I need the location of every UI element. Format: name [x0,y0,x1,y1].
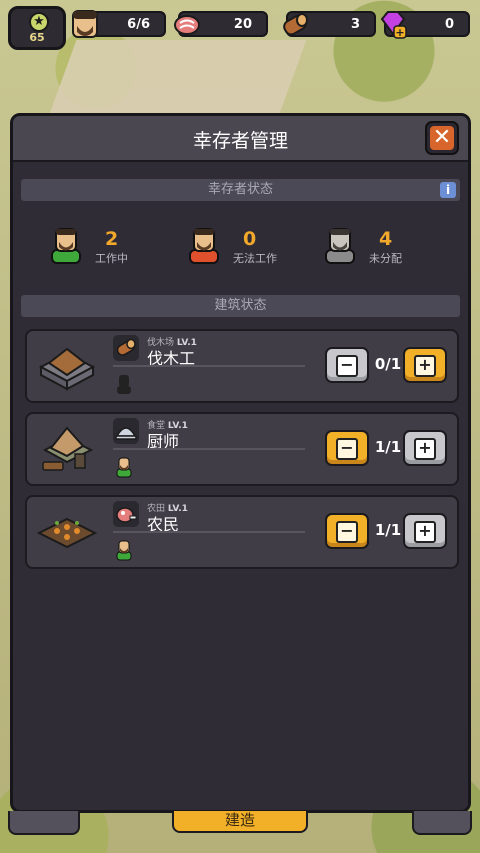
meat-icon [174,15,200,35]
empty-worker-slot-icon [117,375,131,394]
player-level[interactable]: ★ 65 [8,6,66,50]
close-button[interactable]: ✕ [425,121,459,155]
panel-header: 幸存者管理 ✕ [13,116,468,162]
worker-assigned-icon [116,457,132,478]
build-button[interactable]: 建造 [172,811,308,833]
wood-counter[interactable]: 3 [283,11,376,37]
unassigned-label: 未分配 [369,252,402,265]
player-level-value: 65 [29,31,45,44]
stat-unassigned: 4 未分配 [323,226,453,272]
panel-title: 幸存者管理 [192,130,288,152]
unable-label: 无法工作 [233,252,277,265]
svg-text:+: + [395,26,404,39]
unable-count: 0 [243,228,257,250]
working-label: 工作中 [95,252,128,265]
worker-ratio: 0/1 [374,355,402,373]
stat-unable: 0 无法工作 [187,226,317,272]
wood-icon [283,13,308,36]
increase-button[interactable]: + [403,513,447,549]
plus-icon: + [414,438,436,460]
survivor-count: 6/6 [127,17,150,32]
decrease-button[interactable]: − [325,430,369,466]
survivor-counter[interactable]: 6/6 [72,10,166,38]
canteen-icon [42,426,94,471]
food-dome-icon [113,418,139,444]
wood-count: 3 [350,17,360,32]
gem-plus-icon: + [380,11,407,39]
decrease-button[interactable]: − [325,513,369,549]
survivor-management-panel: 幸存者管理 ✕ 幸存者状态 i 2 工作中 0 无法工作 4 未分配 建筑状态 … [10,113,471,813]
worker-ratio: 1/1 [374,438,402,456]
unassigned-count: 4 [379,228,393,250]
increase-button[interactable]: + [403,347,447,383]
survivor-working-icon [51,228,81,264]
star-icon: ★ [29,12,49,32]
gem-counter[interactable]: + 0 [380,11,470,39]
minus-icon: − [336,438,358,460]
worker-ratio: 1/1 [374,521,402,539]
worker-assigned-icon [116,540,132,561]
minus-icon: − [336,521,358,543]
survivor-unassigned-icon [325,228,355,264]
decrease-button[interactable]: − [325,347,369,383]
bottom-right-button[interactable] [412,811,472,835]
farm-field-icon [36,517,98,549]
survivor-unable-icon [189,228,219,264]
bottom-left-button[interactable] [8,811,80,835]
working-count: 2 [105,228,119,250]
meat-counter[interactable]: 20 [174,11,268,37]
close-icon: ✕ [430,126,454,150]
survivor-status-title: 幸存者状态 [207,182,273,197]
building-card-canteen: 食堂 LV.1 厨师 − 1/1 + [25,412,459,486]
plus-icon: + [414,521,436,543]
plus-icon: + [414,355,436,377]
building-card-lumber: 伐木场 LV.1 伐木工 − 0/1 + [25,329,459,403]
survivor-icon [72,10,98,38]
divider [113,448,305,450]
gem-count: 0 [444,17,454,32]
top-hud: ★ 65 6/6 20 3 + 0 [6,6,474,50]
increase-button[interactable]: + [403,430,447,466]
building-status-title: 建筑状态 [214,298,267,313]
meat-count: 20 [233,17,252,32]
minus-icon: − [336,355,358,377]
wood-icon [113,335,139,361]
divider [113,365,305,367]
divider [113,531,305,533]
stat-working: 2 工作中 [49,226,179,272]
lumber-mill-icon [38,347,96,391]
meat-icon [113,501,139,527]
building-card-farm: 农田 LV.1 农民 − 1/1 + [25,495,459,569]
info-icon[interactable]: i [440,182,456,198]
survivor-status-header: 幸存者状态 i [21,179,460,201]
building-status-header: 建筑状态 [21,295,460,317]
